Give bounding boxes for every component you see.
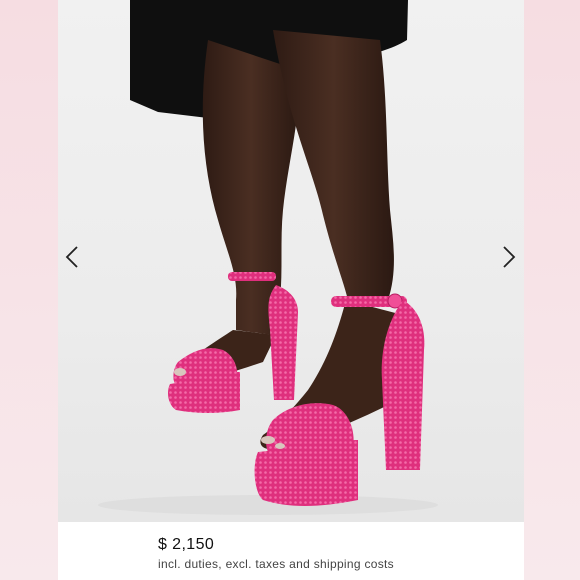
left-margin bbox=[0, 0, 58, 580]
right-leg bbox=[273, 30, 394, 300]
product-photo-illustration bbox=[98, 0, 438, 515]
right-margin bbox=[522, 0, 580, 580]
product-price: $ 2,150 bbox=[158, 536, 215, 553]
chevron-left-icon bbox=[65, 246, 78, 268]
price-note: incl. duties, excl. taxes and shipping c… bbox=[158, 557, 394, 571]
carousel-prev-button[interactable] bbox=[58, 242, 88, 272]
product-card: $ 2,150 incl. duties, excl. taxes and sh… bbox=[58, 0, 524, 580]
chevron-right-icon bbox=[503, 246, 516, 268]
price-info: $ 2,150 incl. duties, excl. taxes and sh… bbox=[58, 522, 524, 580]
listing-frame: $ 2,150 incl. duties, excl. taxes and sh… bbox=[0, 0, 580, 580]
left-shoe-heel bbox=[268, 285, 298, 400]
carousel-next-button[interactable] bbox=[493, 242, 523, 272]
product-photo[interactable] bbox=[58, 0, 524, 522]
